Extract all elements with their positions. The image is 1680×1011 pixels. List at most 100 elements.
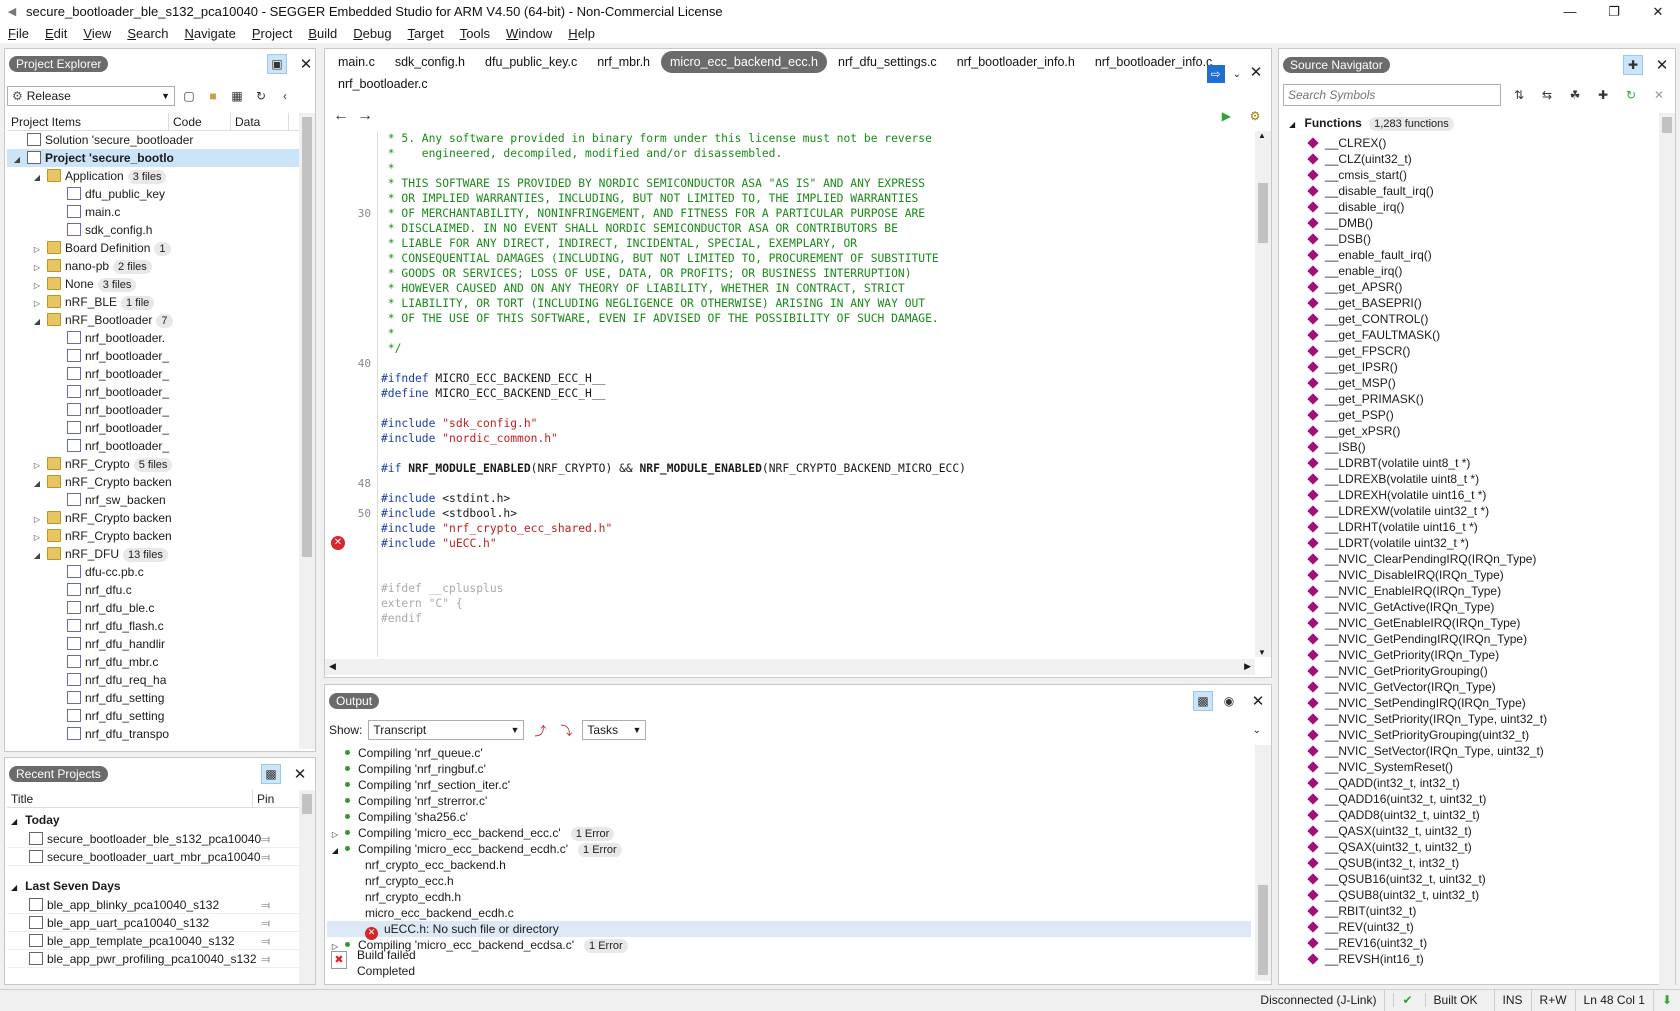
function-item[interactable]: __NVIC_EnableIRQ(IRQn_Type) (1279, 583, 1657, 599)
function-item[interactable]: __QSAX(uint32_t, uint32_t) (1279, 839, 1657, 855)
transcript-line[interactable]: ✕ uECC.h: No such file or directory (327, 921, 1251, 940)
tab-nrf-bootloader-info-c[interactable]: nrf_bootloader_info.c (1086, 51, 1221, 73)
tree-item[interactable]: ◢ nRF_DFU 13 files (7, 545, 305, 563)
pin-icon[interactable]: ⫤ (261, 932, 270, 950)
function-item[interactable]: __get_xPSR() (1279, 423, 1657, 439)
function-item[interactable]: __NVIC_ClearPendingIRQ(IRQn_Type) (1279, 551, 1657, 567)
clear-icon[interactable]: ✕ (1649, 85, 1669, 105)
restore-button[interactable]: ❐ (1592, 0, 1636, 23)
transcript-line[interactable]: Compiling 'nrf_ringbuf.c' (327, 761, 1251, 777)
close-output-button[interactable]: ✕ (1249, 692, 1267, 710)
function-item[interactable]: __NVIC_GetPriorityGrouping() (1279, 663, 1657, 679)
function-item[interactable]: __enable_fault_irq() (1279, 247, 1657, 263)
tree-item[interactable]: nrf_bootloader_ (7, 347, 305, 365)
tab-nrf-bootloader-c[interactable]: nrf_bootloader.c (329, 73, 437, 95)
run-icon[interactable]: ▶ (1222, 109, 1231, 123)
pin-icon[interactable]: ⫤ (261, 830, 270, 848)
editor-horizontal-scrollbar[interactable]: ◀ ▶ (325, 659, 1255, 675)
transcript-line[interactable]: micro_ecc_backend_ecdh.c (327, 905, 1251, 921)
download-icon[interactable]: ⬇ (1652, 989, 1680, 1011)
tree-item[interactable]: ◢ Application 3 files (7, 167, 305, 185)
function-item[interactable]: __get_PSP() (1279, 407, 1657, 423)
function-item[interactable]: __REV16(uint32_t) (1279, 935, 1657, 951)
function-item[interactable]: __NVIC_GetEnableIRQ(IRQn_Type) (1279, 615, 1657, 631)
menu-tools[interactable]: Tools (452, 26, 498, 41)
tab-dfu-public-key-c[interactable]: dfu_public_key.c (476, 51, 586, 73)
tree-item[interactable]: nrf_dfu.c (7, 581, 305, 599)
col-code[interactable]: Code (169, 113, 231, 130)
show-select[interactable]: Transcript ▼ (368, 720, 525, 740)
tree-item[interactable]: nrf_bootloader_ (7, 437, 305, 455)
function-item[interactable]: __QSUB(int32_t, int32_t) (1279, 855, 1657, 871)
close-project-explorer-button[interactable]: ✕ (297, 55, 315, 73)
function-item[interactable]: __NVIC_DisableIRQ(IRQn_Type) (1279, 567, 1657, 583)
tree-item[interactable]: nrf_dfu_handlir (7, 635, 305, 653)
tree-item[interactable]: nrf_dfu_transpo (7, 725, 305, 743)
tree-item[interactable]: ▷ nRF_Crypto 5 files (7, 455, 305, 473)
function-item[interactable]: __get_FPSCR() (1279, 343, 1657, 359)
recent-project-item[interactable]: ble_app_template_pca10040_s132 ⫤ (7, 932, 299, 950)
function-item[interactable]: __NVIC_SetPriority(IRQn_Type, uint32_t) (1279, 711, 1657, 727)
tree-item[interactable]: ▷ nRF_Crypto backen (7, 527, 305, 545)
close-window-button[interactable]: ✕ (1636, 0, 1680, 23)
transcript-line[interactable]: nrf_crypto_ecc.h (327, 873, 1251, 889)
transcript-line[interactable]: Compiling 'nrf_section_iter.c' (327, 777, 1251, 793)
col-project-items[interactable]: Project Items (7, 113, 169, 130)
function-item[interactable]: __CLREX() (1279, 135, 1657, 151)
function-item[interactable]: __disable_fault_irq() (1279, 183, 1657, 199)
transcript-line[interactable]: Compiling 'nrf_strerror.c' (327, 793, 1251, 809)
menu-help[interactable]: Help (560, 26, 603, 41)
pin-icon[interactable]: ⫤ (261, 950, 270, 968)
tree-item[interactable]: ▷ None 3 files (7, 275, 305, 293)
function-item[interactable]: __REVSH(int16_t) (1279, 951, 1657, 967)
function-item[interactable]: __QASX(uint32_t, uint32_t) (1279, 823, 1657, 839)
function-item[interactable]: __LDRBT(volatile uint8_t *) (1279, 455, 1657, 471)
binoculars-icon[interactable]: ◉ (1219, 691, 1239, 711)
function-item[interactable]: __enable_irq() (1279, 263, 1657, 279)
recent-project-item[interactable]: ble_app_uart_pca10040_s132 ⫤ (7, 914, 299, 932)
tree-item[interactable]: nrf_bootloader_ (7, 383, 305, 401)
transcript-line[interactable]: ◢ Compiling 'micro_ecc_backend_ecdh.c' 1 E… (327, 841, 1251, 857)
group-icon[interactable]: ☘ (1565, 85, 1585, 105)
tab-main-c[interactable]: main.c (329, 51, 384, 73)
close-recent-projects-button[interactable]: ✕ (291, 765, 309, 783)
function-item[interactable]: __get_FAULTMASK() (1279, 327, 1657, 343)
function-item[interactable]: __disable_irq() (1279, 199, 1657, 215)
refresh-icon[interactable]: ↻ (251, 86, 271, 106)
editor-vertical-scrollbar[interactable]: ▲ ▼ (1255, 131, 1271, 657)
tree-item[interactable]: ▷ nano-pb 2 files (7, 257, 305, 275)
col-title[interactable]: Title (7, 790, 253, 807)
tree-item[interactable]: nrf_sw_backen (7, 491, 305, 509)
menu-debug[interactable]: Debug (345, 26, 399, 41)
next-error-icon[interactable]: ⤵ (556, 720, 576, 740)
menu-file[interactable]: File (0, 26, 37, 41)
transcript-line[interactable]: nrf_crypto_ecdh.h (327, 889, 1251, 905)
settings-icon[interactable]: ▦ (227, 86, 247, 106)
chevron-down-icon[interactable]: ⌄ (1233, 69, 1241, 80)
transcript-line[interactable]: nrf_crypto_ecc_backend.h (327, 857, 1251, 873)
search-symbols-input[interactable] (1283, 84, 1501, 106)
menu-project[interactable]: Project (244, 26, 300, 41)
transcript-line[interactable]: Compiling 'sha256.c' (327, 809, 1251, 825)
function-item[interactable]: __NVIC_SetPriorityGrouping(uint32_t) (1279, 727, 1657, 743)
function-item[interactable]: __get_MSP() (1279, 375, 1657, 391)
recent-group-header[interactable]: ◢ Last Seven Days (7, 876, 299, 896)
tree-item[interactable]: ◢ Project 'secure_bootlo (7, 149, 305, 167)
error-marker-icon[interactable]: ✕ (331, 536, 345, 550)
tab-nrf-mbr-h[interactable]: nrf_mbr.h (588, 51, 659, 73)
filter-icon[interactable]: ⇆ (1537, 85, 1557, 105)
back-arrow-icon[interactable]: ← (331, 106, 351, 126)
function-item[interactable]: __NVIC_GetPendingIRQ(IRQn_Type) (1279, 631, 1657, 647)
prev-error-icon[interactable]: ⤴ (530, 720, 550, 740)
function-item[interactable]: __QADD8(uint32_t, uint32_t) (1279, 807, 1657, 823)
menu-window[interactable]: Window (498, 26, 560, 41)
tree-item[interactable]: ▷ nRF_Crypto backen (7, 509, 305, 527)
function-item[interactable]: __LDREXB(volatile uint8_t *) (1279, 471, 1657, 487)
recent-group-header[interactable]: ◢ Today (7, 810, 299, 830)
properties-icon[interactable]: ▢ (179, 86, 199, 106)
menu-navigate[interactable]: Navigate (177, 26, 244, 41)
pin-icon[interactable]: ⫤ (261, 848, 270, 866)
menu-edit[interactable]: Edit (37, 26, 75, 41)
build-status[interactable]: ✔ Built OK (1384, 989, 1493, 1011)
recent-project-item[interactable]: secure_bootloader_uart_mbr_pca10040 ⫤ (7, 848, 299, 866)
